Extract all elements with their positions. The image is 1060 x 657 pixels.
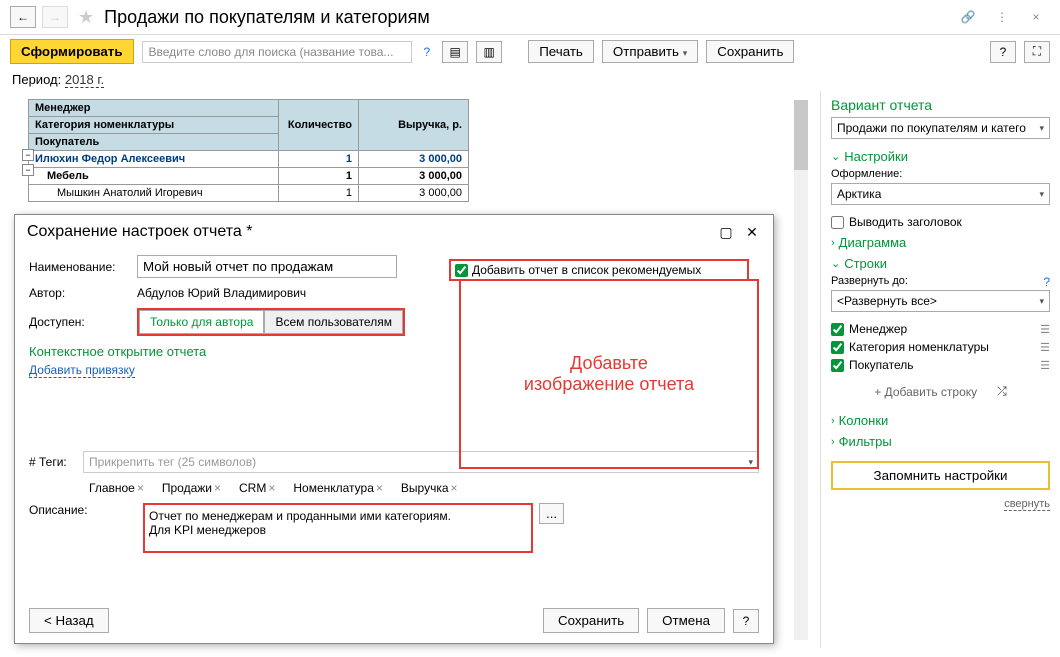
save-settings-dialog: Сохранение настроек отчета * ▢ ✕ Наимено… bbox=[14, 214, 774, 644]
sort-asc-button[interactable]: ▤ bbox=[442, 41, 468, 63]
dialog-help-button[interactable]: ? bbox=[733, 609, 759, 633]
show-title-check[interactable]: Выводить заголовок bbox=[831, 215, 1050, 229]
recommend-checkbox-row: Добавить отчет в список рекомендуемых bbox=[449, 259, 749, 281]
tag-remove-icon[interactable]: × bbox=[137, 481, 144, 495]
expand-select[interactable]: <Развернуть все>▾ bbox=[831, 290, 1050, 312]
tag-remove-icon[interactable]: × bbox=[376, 481, 383, 495]
row-check-buyer: Покупатель☰ bbox=[831, 358, 1050, 372]
access-author-only-button[interactable]: Только для автора bbox=[139, 310, 264, 334]
dialog-close-icon[interactable]: ✕ bbox=[743, 223, 761, 241]
recommend-label: Добавить отчет в список рекомендуемых bbox=[472, 263, 701, 277]
tag-item[interactable]: Главное× bbox=[89, 481, 144, 495]
settings-section[interactable]: Настройки bbox=[831, 149, 1050, 164]
diagram-section[interactable]: Диаграмма bbox=[831, 235, 1050, 250]
col-revenue-header: Выручка, р. bbox=[359, 100, 469, 151]
row-settings-icon[interactable]: ☰ bbox=[1040, 359, 1050, 372]
dialog-cancel-button[interactable]: Отмена bbox=[647, 608, 725, 633]
author-value: Абдулов Юрий Владимирович bbox=[137, 286, 306, 300]
header-bar: ← → ★ Продажи по покупателям и категория… bbox=[0, 0, 1060, 35]
table-row: Мышкин Анатолий Игоревич13 000,00 bbox=[29, 185, 469, 202]
rows-section[interactable]: Строки bbox=[831, 256, 1050, 271]
col-buyer-header: Покупатель bbox=[29, 134, 279, 151]
tag-item[interactable]: Выручка× bbox=[401, 481, 458, 495]
search-input[interactable]: Введите слово для поиска (название това.… bbox=[142, 41, 412, 63]
toolbar: Сформировать Введите слово для поиска (н… bbox=[0, 35, 1060, 68]
print-button[interactable]: Печать bbox=[528, 40, 594, 63]
link-icon[interactable]: 🔗 bbox=[958, 7, 978, 27]
design-label: Оформление: bbox=[831, 168, 1050, 180]
tree-toggle-2[interactable]: − bbox=[22, 164, 34, 176]
author-label: Автор: bbox=[29, 286, 137, 300]
access-toggle-group: Только для автора Всем пользователям bbox=[137, 308, 405, 336]
access-all-users-button[interactable]: Всем пользователям bbox=[264, 310, 403, 334]
period-value-link[interactable]: 2018 г. bbox=[65, 72, 104, 88]
tag-item[interactable]: Продажи× bbox=[162, 481, 221, 495]
tag-list: Главное× Продажи× CRM× Номенклатура× Выр… bbox=[29, 473, 759, 503]
columns-section[interactable]: Колонки bbox=[831, 413, 1050, 428]
period-label: Период: bbox=[12, 72, 61, 87]
collapse-panel-link[interactable]: свернуть bbox=[1004, 498, 1050, 511]
period-row: Период: 2018 г. bbox=[0, 68, 1060, 91]
tag-item[interactable]: CRM× bbox=[239, 481, 275, 495]
scrollbar[interactable] bbox=[794, 100, 808, 640]
filters-section[interactable]: Фильтры bbox=[831, 434, 1050, 449]
recommend-checkbox[interactable] bbox=[455, 264, 468, 277]
row-check-manager: Менеджер☰ bbox=[831, 322, 1050, 336]
access-label: Доступен: bbox=[29, 315, 137, 329]
dialog-maximize-icon[interactable]: ▢ bbox=[717, 223, 735, 241]
image-placeholder[interactable]: Добавьте изображение отчета bbox=[459, 279, 759, 469]
tag-remove-icon[interactable]: × bbox=[451, 481, 458, 495]
desc-label: Описание: bbox=[29, 503, 137, 517]
right-panel: Вариант отчета Продажи по покупателям и … bbox=[820, 91, 1060, 648]
table-row: Илюхин Федор Алексеевич13 000,00 bbox=[29, 151, 469, 168]
design-select[interactable]: Арктика▾ bbox=[831, 183, 1050, 205]
row-settings-icon[interactable]: ☰ bbox=[1040, 323, 1050, 336]
fullscreen-button[interactable]: ⛶ bbox=[1024, 41, 1050, 63]
sort-desc-button[interactable]: ▥ bbox=[476, 41, 502, 63]
favorite-star-icon[interactable]: ★ bbox=[78, 7, 94, 28]
name-input[interactable] bbox=[137, 255, 397, 278]
close-icon[interactable]: × bbox=[1026, 7, 1046, 27]
dialog-title: Сохранение настроек отчета * bbox=[27, 223, 709, 241]
tag-remove-icon[interactable]: × bbox=[268, 481, 275, 495]
nav-forward-button[interactable]: → bbox=[42, 6, 68, 28]
tag-remove-icon[interactable]: × bbox=[214, 481, 221, 495]
expand-label: Развернуть до: bbox=[831, 275, 908, 287]
back-button[interactable]: < Назад bbox=[29, 608, 109, 633]
tags-label: # Теги: bbox=[29, 455, 83, 469]
variant-heading: Вариант отчета bbox=[831, 97, 1050, 113]
shuffle-icon[interactable]: ⤮ bbox=[997, 384, 1007, 399]
report-table: МенеджерКоличествоВыручка, р. Категория … bbox=[28, 99, 469, 202]
tree-toggle-1[interactable]: − bbox=[22, 149, 34, 161]
send-button[interactable]: Отправить ▾ bbox=[602, 40, 698, 63]
col-manager-header: Менеджер bbox=[29, 100, 279, 117]
col-qty-header: Количество bbox=[279, 100, 359, 151]
rows-help-icon[interactable]: ? bbox=[1043, 275, 1050, 290]
variant-select[interactable]: Продажи по покупателям и катего▾ bbox=[831, 117, 1050, 139]
nav-back-button[interactable]: ← bbox=[10, 6, 36, 28]
add-row-link[interactable]: + Добавить строку bbox=[874, 385, 977, 399]
row-check-category: Категория номенклатуры☰ bbox=[831, 340, 1050, 354]
remember-settings-button[interactable]: Запомнить настройки bbox=[831, 461, 1050, 490]
generate-button[interactable]: Сформировать bbox=[10, 39, 134, 64]
description-textarea[interactable] bbox=[143, 503, 533, 553]
col-category-header: Категория номенклатуры bbox=[29, 117, 279, 134]
row-settings-icon[interactable]: ☰ bbox=[1040, 341, 1050, 354]
save-button[interactable]: Сохранить bbox=[706, 40, 794, 63]
name-label: Наименование: bbox=[29, 260, 137, 274]
add-binding-link[interactable]: Добавить привязку bbox=[29, 363, 135, 378]
help-icon[interactable]: ? bbox=[424, 45, 431, 59]
table-row: Мебель13 000,00 bbox=[29, 168, 469, 185]
more-icon[interactable]: ⋮ bbox=[992, 7, 1012, 27]
page-title: Продажи по покупателям и категориям bbox=[104, 7, 948, 28]
toolbar-help-button[interactable]: ? bbox=[990, 41, 1016, 63]
dialog-save-button[interactable]: Сохранить bbox=[543, 608, 639, 633]
desc-more-button[interactable]: ... bbox=[539, 503, 564, 524]
tag-item[interactable]: Номенклатура× bbox=[293, 481, 383, 495]
